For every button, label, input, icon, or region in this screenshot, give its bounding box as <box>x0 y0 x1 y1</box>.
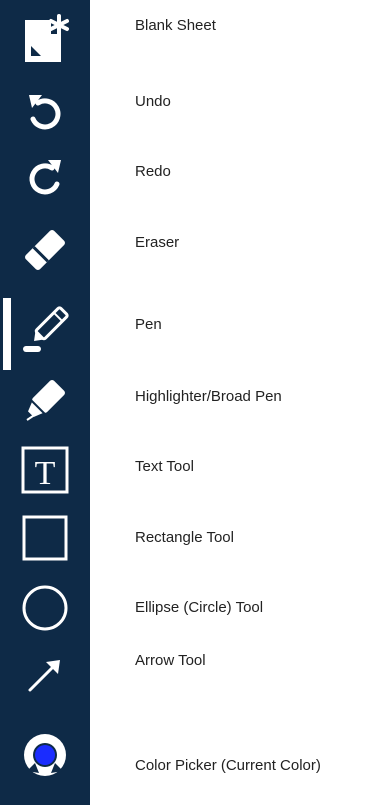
highlighter-button[interactable] <box>0 365 90 435</box>
label-color-picker: Color Picker (Current Color) <box>135 757 321 774</box>
pen-icon <box>15 300 75 360</box>
undo-icon <box>20 87 70 137</box>
label-blank-sheet: Blank Sheet <box>135 17 216 34</box>
label-arrow-tool: Arrow Tool <box>135 652 206 669</box>
arrow-tool-button[interactable] <box>0 640 90 710</box>
toolbar: T <box>0 0 90 805</box>
rectangle-tool-icon <box>19 512 71 564</box>
label-highlighter: Highlighter/Broad Pen <box>135 388 282 405</box>
blank-sheet-icon <box>17 12 73 68</box>
ellipse-tool-button[interactable] <box>0 573 90 643</box>
color-picker-icon <box>17 727 73 783</box>
ellipse-tool-icon <box>19 582 71 634</box>
undo-button[interactable] <box>0 77 90 147</box>
text-tool-icon: T <box>19 444 71 496</box>
highlighter-icon <box>17 372 73 428</box>
current-color-swatch <box>35 745 55 765</box>
rectangle-tool-button[interactable] <box>0 503 90 573</box>
redo-button[interactable] <box>0 142 90 212</box>
label-redo: Redo <box>135 163 171 180</box>
text-tool-button[interactable]: T <box>0 435 90 505</box>
svg-text:T: T <box>35 455 56 492</box>
label-rectangle-tool: Rectangle Tool <box>135 529 234 546</box>
label-undo: Undo <box>135 93 171 110</box>
redo-icon <box>20 152 70 202</box>
color-picker-button[interactable] <box>0 720 90 790</box>
blank-sheet-button[interactable] <box>0 5 90 75</box>
eraser-icon <box>17 222 73 278</box>
eraser-button[interactable] <box>0 215 90 285</box>
label-eraser: Eraser <box>135 234 180 251</box>
arrow-tool-icon <box>20 650 70 700</box>
label-ellipse-tool: Ellipse (Circle) Tool <box>135 599 264 616</box>
label-pen: Pen <box>135 316 162 333</box>
label-text-tool: Text Tool <box>135 458 194 475</box>
pen-button[interactable] <box>0 295 90 365</box>
